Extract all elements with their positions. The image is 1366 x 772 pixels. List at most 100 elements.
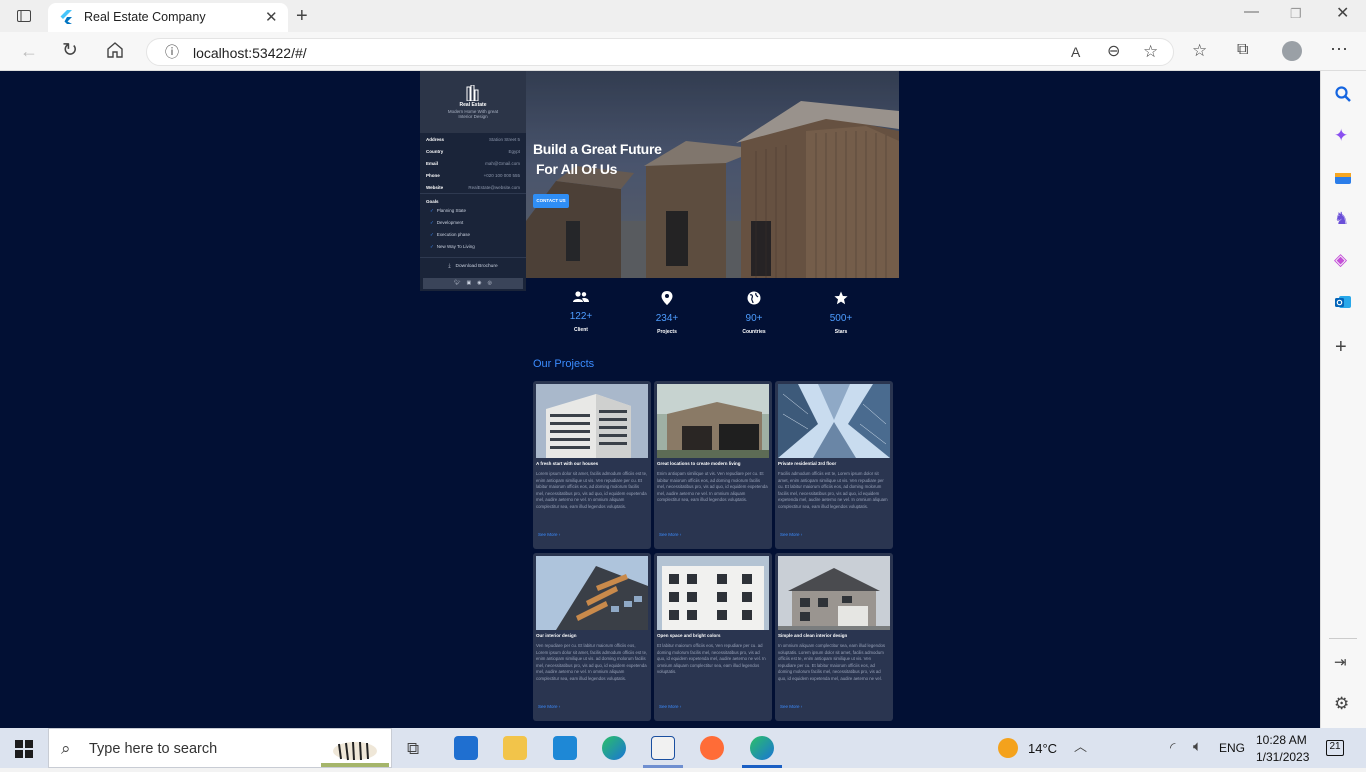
search-icon: ⌕ [61, 739, 71, 758]
taskbar-search-box[interactable]: ⌕ Type here to search [48, 728, 392, 768]
mail-app-icon[interactable] [454, 736, 478, 760]
chevron-right-icon: › [800, 532, 803, 537]
linkedin-icon[interactable]: ▣ [466, 280, 471, 286]
search-icon[interactable] [1334, 85, 1352, 106]
location-pin-icon [637, 291, 697, 308]
collections-icon[interactable]: ⧉ [1237, 42, 1248, 58]
back-icon[interactable]: ← [20, 42, 38, 60]
browser-tab[interactable]: Real Estate Company ✕ [48, 3, 288, 32]
flutter-icon [60, 10, 72, 28]
see-more-link[interactable]: See More › [780, 704, 802, 709]
postman-icon[interactable] [700, 736, 724, 760]
tab-actions-icon[interactable] [16, 8, 32, 28]
info-icon[interactable]: ⓘ [165, 45, 179, 59]
profile-avatar[interactable] [1282, 41, 1302, 61]
check-icon: ✓ [430, 232, 434, 237]
see-more-link[interactable]: See More › [780, 532, 802, 537]
windows-start-icon[interactable] [15, 740, 33, 763]
tab-title: Real Estate Company [84, 10, 206, 24]
chevron-up-icon[interactable]: ︿ [1074, 740, 1087, 753]
goal-item: ✓ New Way To Living [430, 244, 475, 249]
project-description: Ven repudiare per cu. Et labitur maiorum… [536, 643, 648, 681]
project-card[interactable]: Great locations to create modern living … [654, 381, 772, 549]
app-icon[interactable] [651, 736, 675, 760]
sidebar-divider [420, 193, 526, 194]
brand-header: Real Estate Modern Home With great Inter… [420, 71, 526, 133]
star-icon [811, 291, 871, 308]
stat-stars: 500+ Stars [811, 291, 871, 335]
outlook-icon[interactable] [1334, 293, 1352, 315]
project-title: Great locations to create modern living [657, 461, 741, 466]
project-card[interactable]: Simple and clean interior design In omni… [775, 553, 893, 721]
check-icon: ✓ [430, 208, 434, 213]
games-icon[interactable]: ♞ [1334, 210, 1349, 227]
edge-active-icon[interactable] [750, 736, 774, 760]
weather-icon[interactable] [998, 738, 1018, 758]
task-view-icon[interactable]: ⧉ [407, 740, 419, 757]
project-card[interactable]: A fresh start with our houses Lorem ipsu… [533, 381, 651, 549]
read-aloud-icon[interactable]: A [1071, 45, 1080, 59]
refresh-icon[interactable]: ↻ [62, 41, 78, 60]
url-field[interactable]: ⓘ localhost:53422/#/ A ⊖ ☆ [146, 38, 1174, 66]
check-icon: ✓ [430, 244, 434, 249]
see-more-link[interactable]: See More › [538, 532, 560, 537]
network-icon[interactable]: ◜ [1170, 740, 1175, 754]
add-icon[interactable]: + [1335, 337, 1347, 357]
file-explorer-icon[interactable] [503, 736, 527, 760]
see-more-link[interactable]: See More › [659, 532, 681, 537]
hero-banner: Build a Great Future For All Of Us CONTA… [526, 71, 899, 278]
github-icon[interactable]: ◉ [477, 280, 481, 286]
contact-us-button[interactable]: CONTACT US [533, 194, 569, 208]
project-title: Our interior design [536, 633, 577, 638]
weather-temperature[interactable]: 14°C [1028, 741, 1057, 756]
project-image [778, 384, 890, 458]
sidebar-divider [420, 257, 526, 258]
download-brochure-button[interactable]: ⤓ Download Brochure [420, 263, 526, 269]
shopping-icon[interactable] [1334, 169, 1352, 189]
close-window-icon[interactable]: ✕ [1336, 6, 1349, 22]
dribbble-icon[interactable]: ◎ [488, 280, 492, 286]
office-icon[interactable]: ◈ [1334, 251, 1347, 268]
vscode-icon[interactable] [553, 736, 577, 760]
home-icon[interactable] [106, 41, 124, 63]
new-tab-icon[interactable]: + [296, 6, 308, 26]
zoom-out-icon[interactable]: ⊖ [1107, 44, 1120, 60]
browser-address-bar: ← ↻ ⓘ localhost:53422/#/ A ⊖ ☆ ☆ ⧉ ⋯ [0, 32, 1366, 71]
restore-icon[interactable]: ❐ [1290, 7, 1302, 20]
hide-sidebar-icon[interactable]: ⇥ [1334, 655, 1347, 670]
stat-projects: 234+ Projects [637, 291, 697, 335]
windows-taskbar: ⌕ Type here to search ⧉ 14°C ︿ ◜ 🔈︎ ENG … [0, 728, 1366, 768]
see-more-link[interactable]: See More › [659, 704, 681, 709]
edge-icon[interactable] [602, 736, 626, 760]
more-menu-icon[interactable]: ⋯ [1330, 40, 1348, 58]
project-description: Et labitur maiorum officiis eos, Ven rep… [657, 643, 766, 674]
project-image [536, 384, 648, 458]
project-title: Open space and bright colors [657, 633, 721, 638]
globe-icon [724, 291, 784, 308]
project-card[interactable]: Our interior design Ven repudiare per cu… [533, 553, 651, 721]
goal-item: ✓ Planning State [430, 208, 467, 213]
download-icon: ⤓ [448, 264, 451, 269]
copilot-icon[interactable]: ✦ [1334, 127, 1348, 144]
see-more-link[interactable]: See More › [538, 704, 560, 709]
notifications-badge[interactable]: 21 [1326, 740, 1344, 756]
rail-divider [1329, 638, 1357, 639]
project-card[interactable]: Private residential 3rd floor Facilis ad… [775, 381, 893, 549]
project-card[interactable]: Open space and bright colors Et labitur … [654, 553, 772, 721]
twitter-icon[interactable]: 🐦︎ [454, 280, 460, 286]
add-favorite-icon[interactable]: ☆ [1143, 43, 1158, 60]
clock-date[interactable]: 1/31/2023 [1256, 750, 1309, 764]
project-description: In omnium aliquam complectitur sea, eam … [778, 643, 885, 681]
language-indicator[interactable]: ENG [1219, 741, 1245, 755]
volume-icon[interactable]: 🔈︎ [1193, 739, 1202, 754]
close-tab-icon[interactable]: ✕ [265, 10, 278, 25]
settings-icon[interactable]: ⚙ [1334, 695, 1349, 712]
project-description: Facilis admodum officiis est te, Lorem i… [778, 471, 888, 509]
favorites-icon[interactable]: ☆ [1192, 42, 1207, 59]
minimize-icon[interactable]: — [1244, 4, 1259, 19]
goal-item: ✓ Development [430, 220, 464, 225]
project-image [657, 384, 769, 458]
project-description: Enim antiopam similique ut vis. Ven repu… [657, 471, 768, 502]
profile-sidebar: Real Estate Modern Home With great Inter… [420, 71, 526, 291]
clock-time[interactable]: 10:28 AM [1256, 733, 1307, 747]
